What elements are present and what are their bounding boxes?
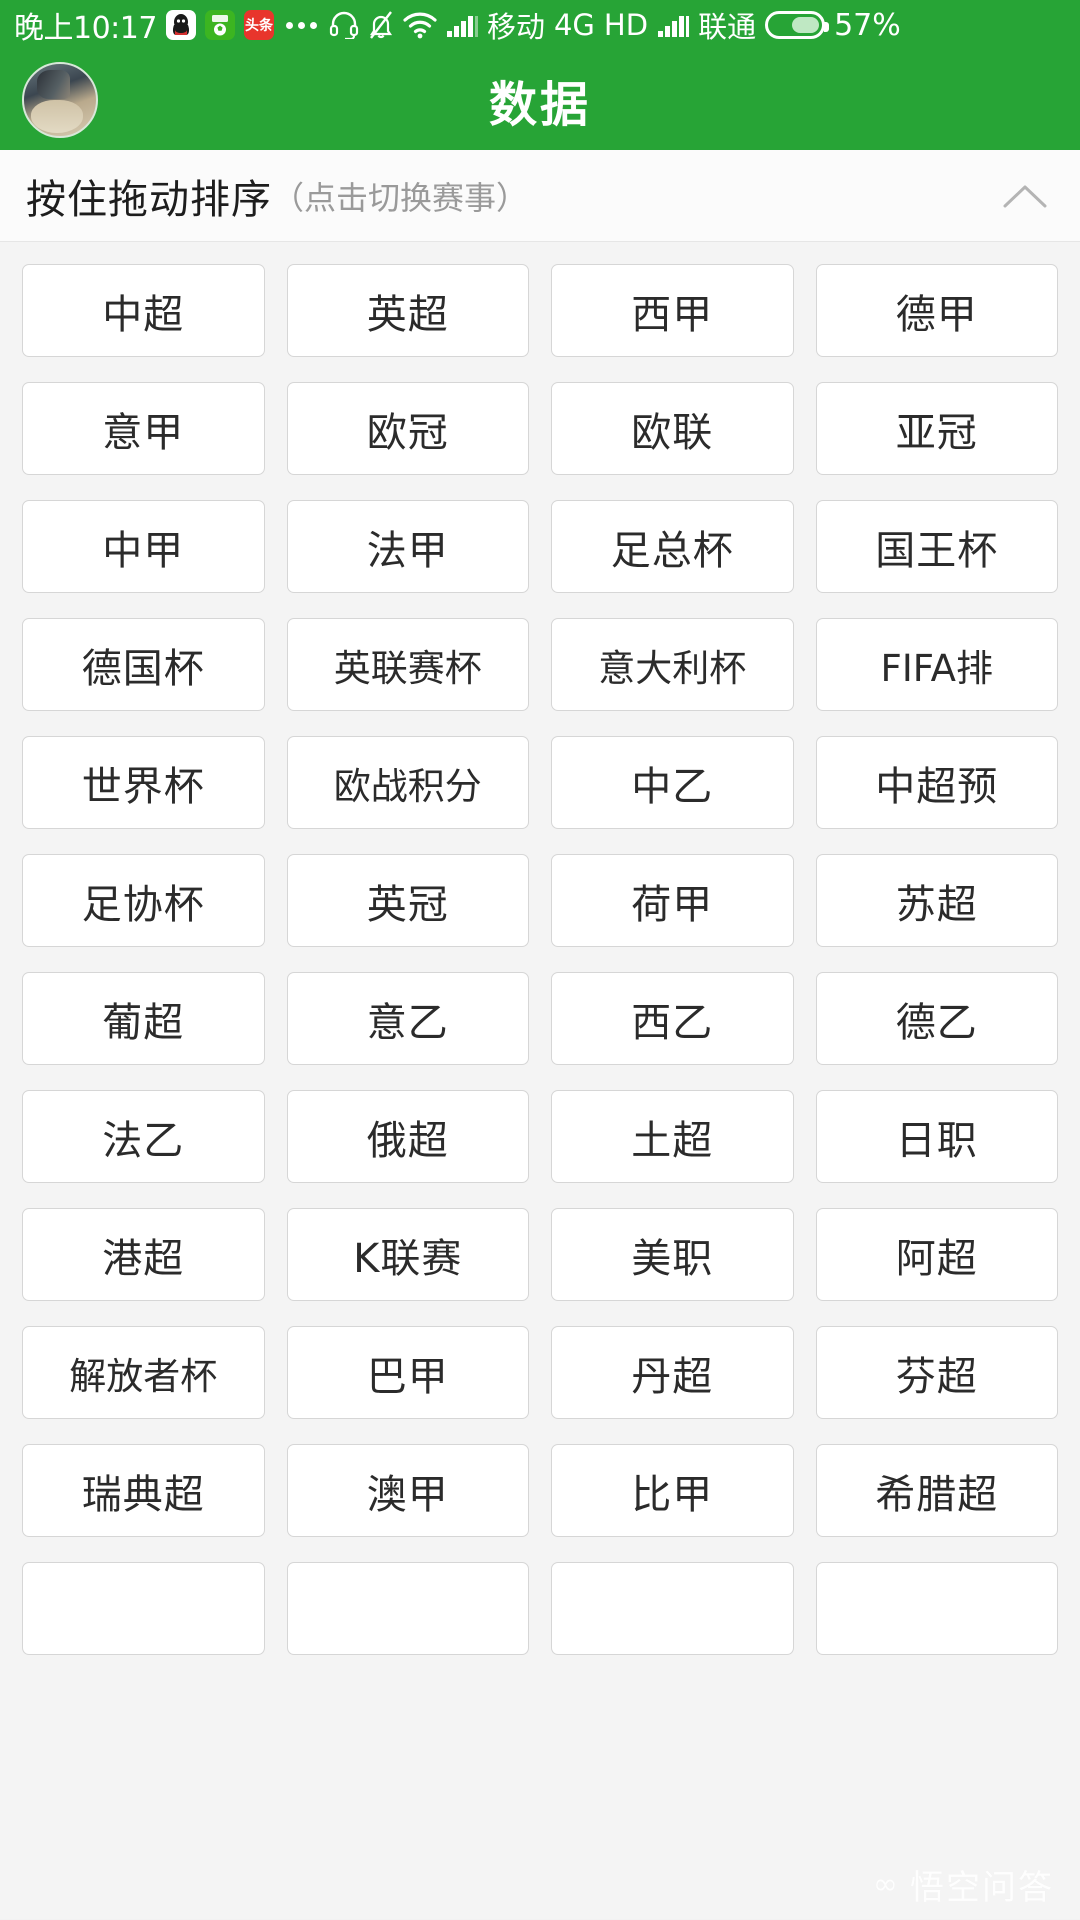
league-tile[interactable] [551, 1562, 794, 1655]
watermark-mark: ∞ [873, 1866, 900, 1902]
league-tile[interactable]: K联赛 [286, 1208, 529, 1301]
league-tile[interactable] [286, 1562, 529, 1655]
overflow-dots-icon [285, 21, 317, 29]
volte-hd-label: HD [603, 8, 649, 42]
league-tile[interactable]: 德国杯 [22, 618, 265, 711]
league-tile[interactable]: 土超 [551, 1090, 794, 1183]
league-tile[interactable]: 巴甲 [286, 1326, 529, 1419]
league-tile[interactable]: 丹超 [551, 1326, 794, 1419]
league-tile[interactable]: 意乙 [286, 972, 529, 1065]
league-tile[interactable]: 芬超 [815, 1326, 1058, 1419]
league-tile[interactable]: 英冠 [286, 854, 529, 947]
league-tile[interactable]: 意甲 [22, 382, 265, 475]
league-tile[interactable] [815, 1562, 1058, 1655]
league-tile[interactable]: 足协杯 [22, 854, 265, 947]
league-tile[interactable]: 中乙 [551, 736, 794, 829]
league-tile[interactable]: 世界杯 [22, 736, 265, 829]
battery-icon [765, 11, 830, 39]
league-tile[interactable]: 德甲 [815, 264, 1058, 357]
league-tile[interactable]: 俄超 [286, 1090, 529, 1183]
sort-hint-bar[interactable]: 按住拖动排序 （点击切换赛事） [0, 150, 1080, 242]
toutiao-icon: 头条 [243, 10, 274, 40]
page-title: 数据 [488, 77, 591, 133]
league-tile[interactable]: 美职 [551, 1208, 794, 1301]
league-tile[interactable]: 荷甲 [551, 854, 794, 947]
league-tile[interactable]: 港超 [22, 1208, 265, 1301]
league-tile[interactable]: 解放者杯 [22, 1326, 265, 1419]
league-tile[interactable]: 欧战积分 [286, 736, 529, 829]
league-tile[interactable]: 瑞典超 [22, 1444, 265, 1537]
signal-icon-2 [658, 16, 690, 37]
bell-muted-icon [369, 11, 393, 39]
sort-hint-title: 按住拖动排序 [26, 176, 272, 223]
battery-percent-label: 57% [834, 7, 901, 43]
league-tile[interactable]: 西乙 [551, 972, 794, 1065]
league-tile[interactable]: 法乙 [22, 1090, 265, 1183]
wifi-icon [403, 12, 437, 38]
watermark-text: 悟空问答 [910, 1868, 1054, 1908]
league-tile[interactable]: 西甲 [551, 264, 794, 357]
watermark: ∞ 悟空问答 [873, 1860, 1054, 1909]
league-tile[interactable]: 德乙 [815, 972, 1058, 1065]
user-avatar[interactable] [22, 62, 98, 138]
qq-penguin-glyph [172, 14, 190, 35]
league-tile[interactable]: 中超预 [815, 736, 1058, 829]
headset-icon [329, 11, 359, 39]
status-bar-time: 晚上10:17 [14, 11, 157, 46]
league-grid-scroll[interactable]: 中超 英超 西甲 德甲意甲 欧冠 欧联 亚冠中甲 法甲 足总杯 国王杯德国杯 英联赛杯 意大利杯 FIF… [0, 242, 1080, 1919]
league-tile[interactable]: 欧联 [551, 382, 794, 475]
qq-icon [165, 10, 196, 40]
league-tile[interactable]: 日职 [815, 1090, 1058, 1183]
sort-hint-subtitle: （点击切换赛事） [272, 178, 529, 217]
league-tile[interactable]: 国王杯 [815, 500, 1058, 593]
league-tile[interactable]: 欧冠 [286, 382, 529, 475]
soccer-ball-glyph [211, 15, 228, 36]
network-type-label: 4G [553, 8, 595, 42]
league-tile[interactable] [22, 1562, 265, 1655]
football-app-icon [204, 10, 235, 40]
carrier-secondary-label: 联通 [698, 10, 757, 44]
league-tile[interactable]: 阿超 [815, 1208, 1058, 1301]
league-tile[interactable]: 足总杯 [551, 500, 794, 593]
league-tile[interactable]: 英联赛杯 [286, 618, 529, 711]
league-tile[interactable]: 葡超 [22, 972, 265, 1065]
league-tile[interactable]: 比甲 [551, 1444, 794, 1537]
signal-icon [446, 16, 478, 37]
league-tile[interactable]: 中超 [22, 264, 265, 357]
league-tile[interactable]: FIFA排 [815, 618, 1058, 711]
league-tile[interactable]: 法甲 [286, 500, 529, 593]
league-tile[interactable]: 中甲 [22, 500, 265, 593]
carrier-primary-label: 移动 [486, 10, 545, 44]
league-tile[interactable]: 希腊超 [815, 1444, 1058, 1537]
app-header: 数据 [0, 50, 1080, 150]
league-tile[interactable]: 意大利杯 [551, 618, 794, 711]
league-tile[interactable]: 苏超 [815, 854, 1058, 947]
chevron-up-icon[interactable] [982, 172, 1054, 220]
league-tile[interactable]: 亚冠 [815, 382, 1058, 475]
status-bar: 晚上10:17 头条 移动 4G HD 联通 57% [0, 0, 1080, 50]
league-tile[interactable]: 澳甲 [286, 1444, 529, 1537]
league-grid: 中超 英超 西甲 德甲意甲 欧冠 欧联 亚冠中甲 法甲 足总杯 国王杯德国杯 英联赛杯 意大利杯 FIF… [22, 264, 1058, 1655]
league-tile[interactable]: 英超 [286, 264, 529, 357]
